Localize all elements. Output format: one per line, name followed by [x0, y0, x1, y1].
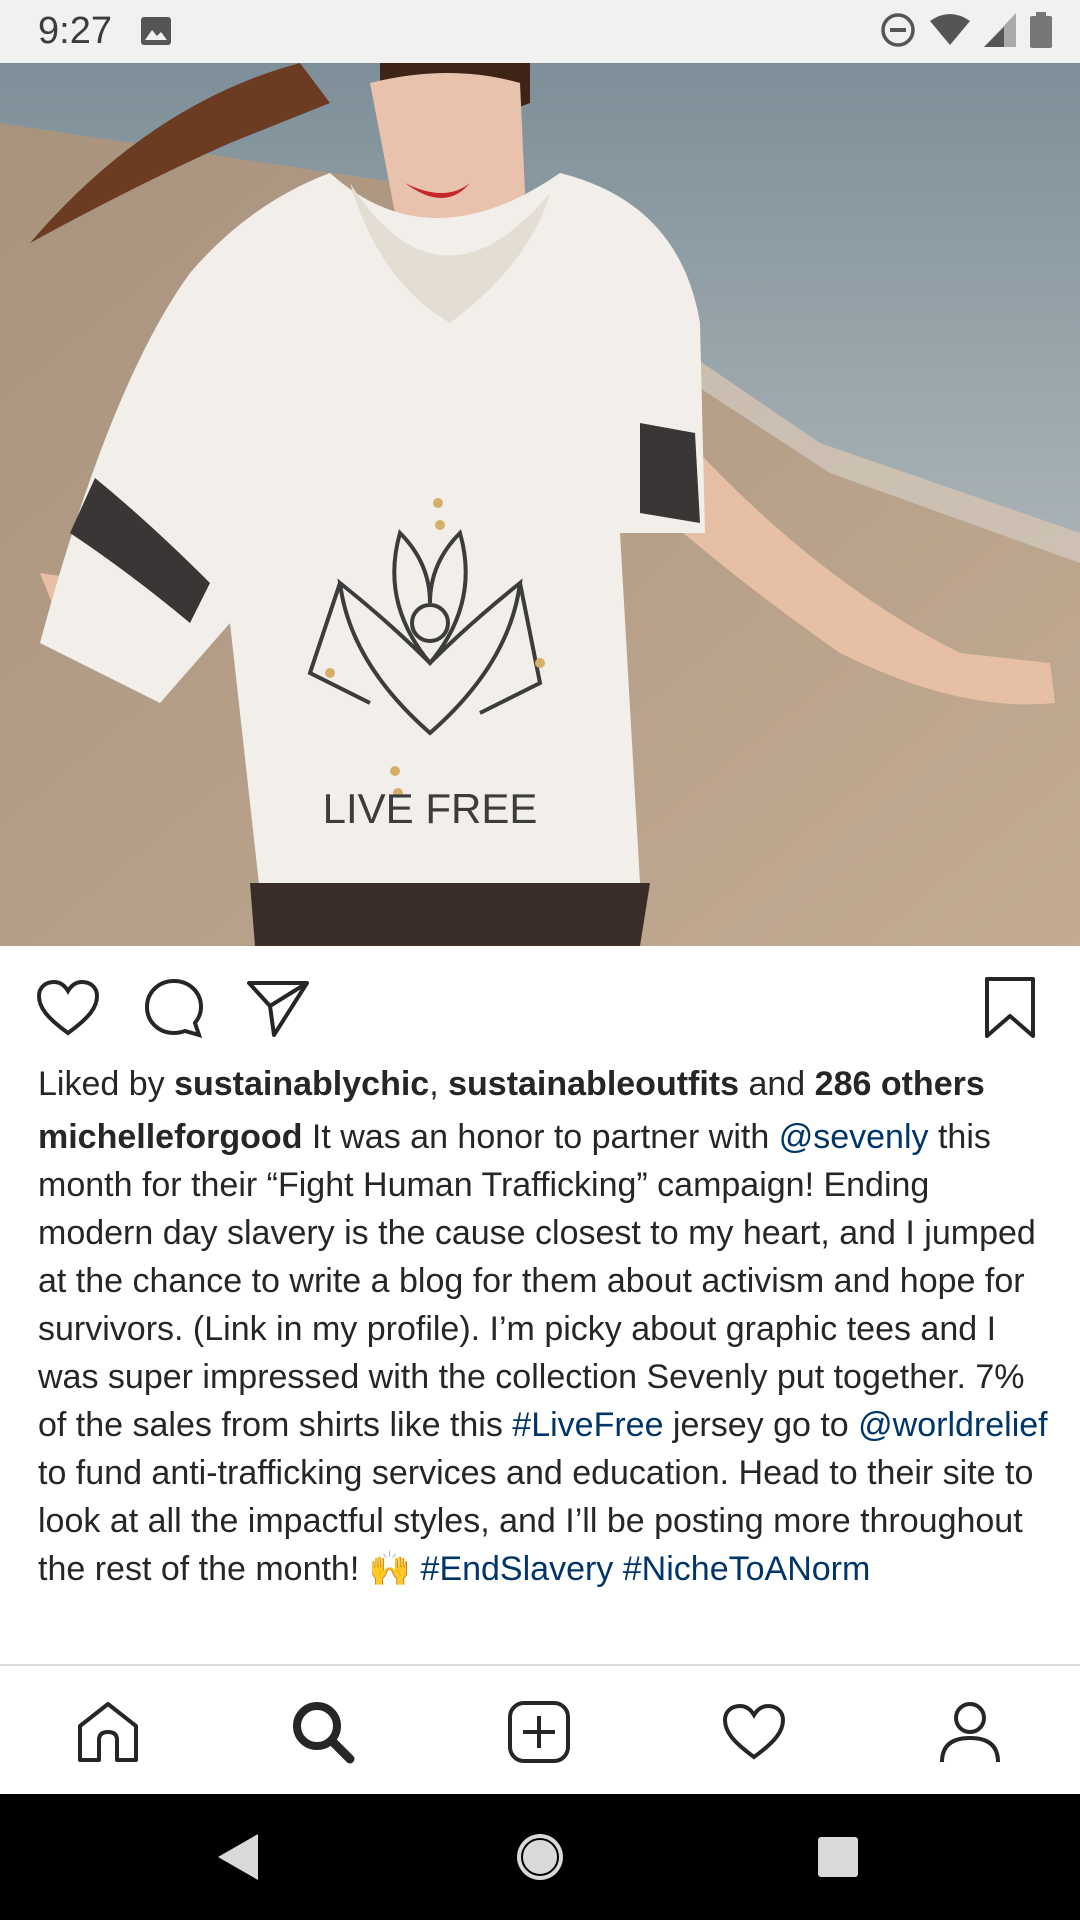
status-time: 9:27: [38, 10, 112, 52]
hashtag-link[interactable]: #LiveFree: [512, 1406, 663, 1444]
battery-icon: [1030, 11, 1052, 53]
hashtag-link[interactable]: #EndSlavery: [421, 1550, 614, 1588]
activity-heart-icon[interactable]: [714, 1692, 794, 1772]
caption-text: [613, 1550, 622, 1588]
profile-icon[interactable]: [930, 1692, 1010, 1772]
liked-by-user-1[interactable]: sustainablychic: [174, 1065, 429, 1103]
mention-link[interactable]: @worldrelief: [858, 1406, 1047, 1444]
likes-separator: ,: [429, 1065, 449, 1103]
caption-text: It was an honor to partner with: [302, 1118, 779, 1156]
post-action-bar: [0, 946, 1080, 1064]
comment-icon[interactable]: [140, 974, 208, 1042]
do-not-disturb-icon: [880, 12, 916, 53]
status-bar: 9:27: [0, 0, 1080, 63]
home-icon[interactable]: [68, 1692, 148, 1772]
caption-text: jersey go to: [663, 1406, 859, 1444]
liked-by-user-2[interactable]: sustainableoutfits: [448, 1065, 739, 1103]
share-icon[interactable]: [244, 974, 312, 1042]
hashtag-link[interactable]: #NicheToANorm: [623, 1550, 871, 1588]
post-caption: michelleforgood It was an honor to partn…: [38, 1113, 1048, 1593]
gallery-icon: [140, 16, 172, 46]
mention-link[interactable]: @sevenly: [779, 1118, 929, 1156]
post-text: Liked by sustainablychic, sustainableout…: [38, 1060, 1048, 1593]
likes-others[interactable]: 286 others: [815, 1065, 985, 1103]
likes-and: and: [739, 1065, 815, 1103]
signal-icon: [984, 12, 1016, 52]
post-photo[interactable]: LIVE FREE: [0, 63, 1080, 946]
bookmark-icon[interactable]: [976, 974, 1044, 1042]
system-nav-bar: [0, 1794, 1080, 1920]
home-circle-icon[interactable]: [505, 1822, 575, 1892]
wifi-icon: [930, 13, 970, 52]
back-icon[interactable]: [203, 1822, 273, 1892]
caption-text: this month for their “Fight Human Traffi…: [38, 1118, 1036, 1444]
recents-icon[interactable]: [803, 1822, 873, 1892]
likes-line: Liked by sustainablychic, sustainableout…: [38, 1060, 1048, 1108]
bottom-nav: [0, 1664, 1080, 1796]
caption-username[interactable]: michelleforgood: [38, 1118, 302, 1156]
heart-icon[interactable]: [34, 974, 102, 1042]
likes-prefix: Liked by: [38, 1065, 175, 1103]
add-post-icon[interactable]: [499, 1692, 579, 1772]
search-icon[interactable]: [283, 1692, 363, 1772]
shirt-print-text: LIVE FREE: [323, 785, 538, 832]
